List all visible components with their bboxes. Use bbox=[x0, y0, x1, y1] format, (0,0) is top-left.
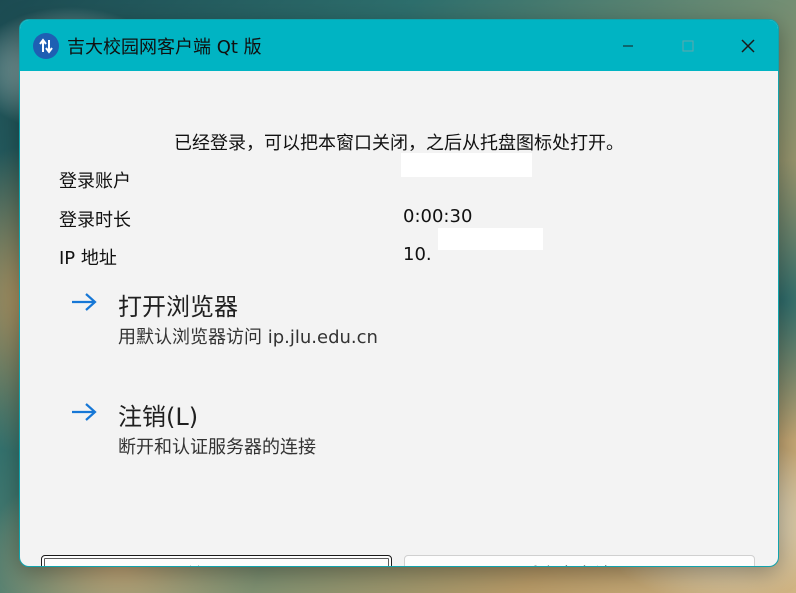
close-button[interactable] bbox=[718, 20, 778, 71]
title-bar[interactable]: 吉大校园网客户端 Qt 版 bbox=[20, 20, 778, 71]
minimize-icon bbox=[623, 45, 633, 46]
account-redaction bbox=[401, 153, 532, 177]
status-message: 已经登录，可以把本窗口关闭，之后从托盘图标处打开。 bbox=[174, 133, 624, 154]
main-window: 吉大校园网客户端 Qt 版 已经登录，可以把本窗口关闭，之后从托盘图标处打开。 … bbox=[19, 19, 779, 567]
ip-value: 10. bbox=[403, 244, 432, 265]
window-title: 吉大校园网客户端 Qt 版 bbox=[67, 36, 262, 58]
minimize-button[interactable] bbox=[598, 20, 658, 71]
duration-label: 登录时长 bbox=[59, 210, 131, 231]
maximize-button[interactable] bbox=[658, 20, 718, 71]
arrow-right-icon bbox=[72, 403, 97, 421]
about-button[interactable]: 关于(A) bbox=[41, 555, 392, 566]
logout-desc: 断开和认证服务器的连接 bbox=[118, 437, 316, 458]
close-icon bbox=[741, 38, 755, 53]
open-browser-title[interactable]: 打开浏览器 bbox=[118, 287, 238, 322]
duration-value: 0:00:30 bbox=[403, 206, 473, 227]
open-browser-desc: 用默认浏览器访问 ip.jlu.edu.cn bbox=[118, 327, 378, 348]
maximize-icon bbox=[682, 40, 694, 51]
app-icon bbox=[33, 32, 59, 59]
arrow-right-icon bbox=[72, 293, 97, 311]
restart-client-button[interactable]: 重启客户端(S) bbox=[404, 555, 755, 566]
ip-redaction bbox=[438, 228, 543, 250]
logout-title[interactable]: 注销(L) bbox=[118, 397, 198, 432]
account-label: 登录账户 bbox=[59, 171, 131, 192]
ip-label: IP 地址 bbox=[59, 248, 117, 269]
